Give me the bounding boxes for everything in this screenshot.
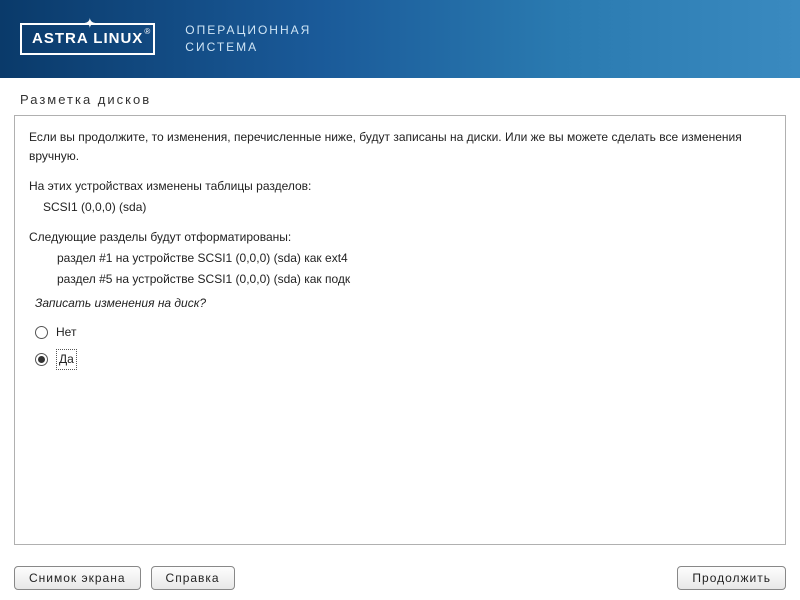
- footer-left: Снимок экрана Справка: [14, 566, 235, 590]
- subtitle-line2: СИСТЕМА: [185, 39, 311, 56]
- format-heading: Следующие разделы будут отформатированы:: [29, 228, 771, 247]
- partition-entry-1: раздел #1 на устройстве SCSI1 (0,0,0) (s…: [29, 249, 771, 268]
- logo-text: ASTRA LINUX: [32, 30, 143, 47]
- continue-button[interactable]: Продолжить: [677, 566, 786, 590]
- footer-right: Продолжить: [677, 566, 786, 590]
- radio-circle-yes: [35, 353, 48, 366]
- header-subtitle: ОПЕРАЦИОННАЯ СИСТЕМА: [185, 22, 311, 56]
- partition-entry-2: раздел #5 на устройстве SCSI1 (0,0,0) (s…: [29, 270, 771, 289]
- main-panel: Если вы продолжите, то изменения, перечи…: [14, 115, 786, 545]
- radio-group: Нет Да: [29, 323, 771, 370]
- help-button[interactable]: Справка: [151, 566, 235, 590]
- registered-icon: ®: [144, 27, 150, 36]
- radio-circle-no: [35, 326, 48, 339]
- screenshot-button[interactable]: Снимок экрана: [14, 566, 141, 590]
- confirm-question: Записать изменения на диск?: [29, 294, 771, 313]
- logo: ✦ ASTRA LINUX ®: [20, 23, 155, 55]
- intro-text: Если вы продолжите, то изменения, перечи…: [29, 128, 771, 165]
- page-title: Разметка дисков: [0, 78, 800, 115]
- footer: Снимок экрана Справка Продолжить: [14, 566, 786, 590]
- subtitle-line1: ОПЕРАЦИОННАЯ: [185, 22, 311, 39]
- star-icon: ✦: [84, 15, 96, 32]
- radio-yes[interactable]: Да: [35, 349, 771, 370]
- device-entry: SCSI1 (0,0,0) (sda): [29, 198, 771, 217]
- radio-label-yes: Да: [56, 349, 77, 370]
- devices-heading: На этих устройствах изменены таблицы раз…: [29, 177, 771, 196]
- radio-no[interactable]: Нет: [35, 323, 771, 342]
- header-bar: ✦ ASTRA LINUX ® ОПЕРАЦИОННАЯ СИСТЕМА: [0, 0, 800, 78]
- radio-label-no: Нет: [56, 323, 76, 342]
